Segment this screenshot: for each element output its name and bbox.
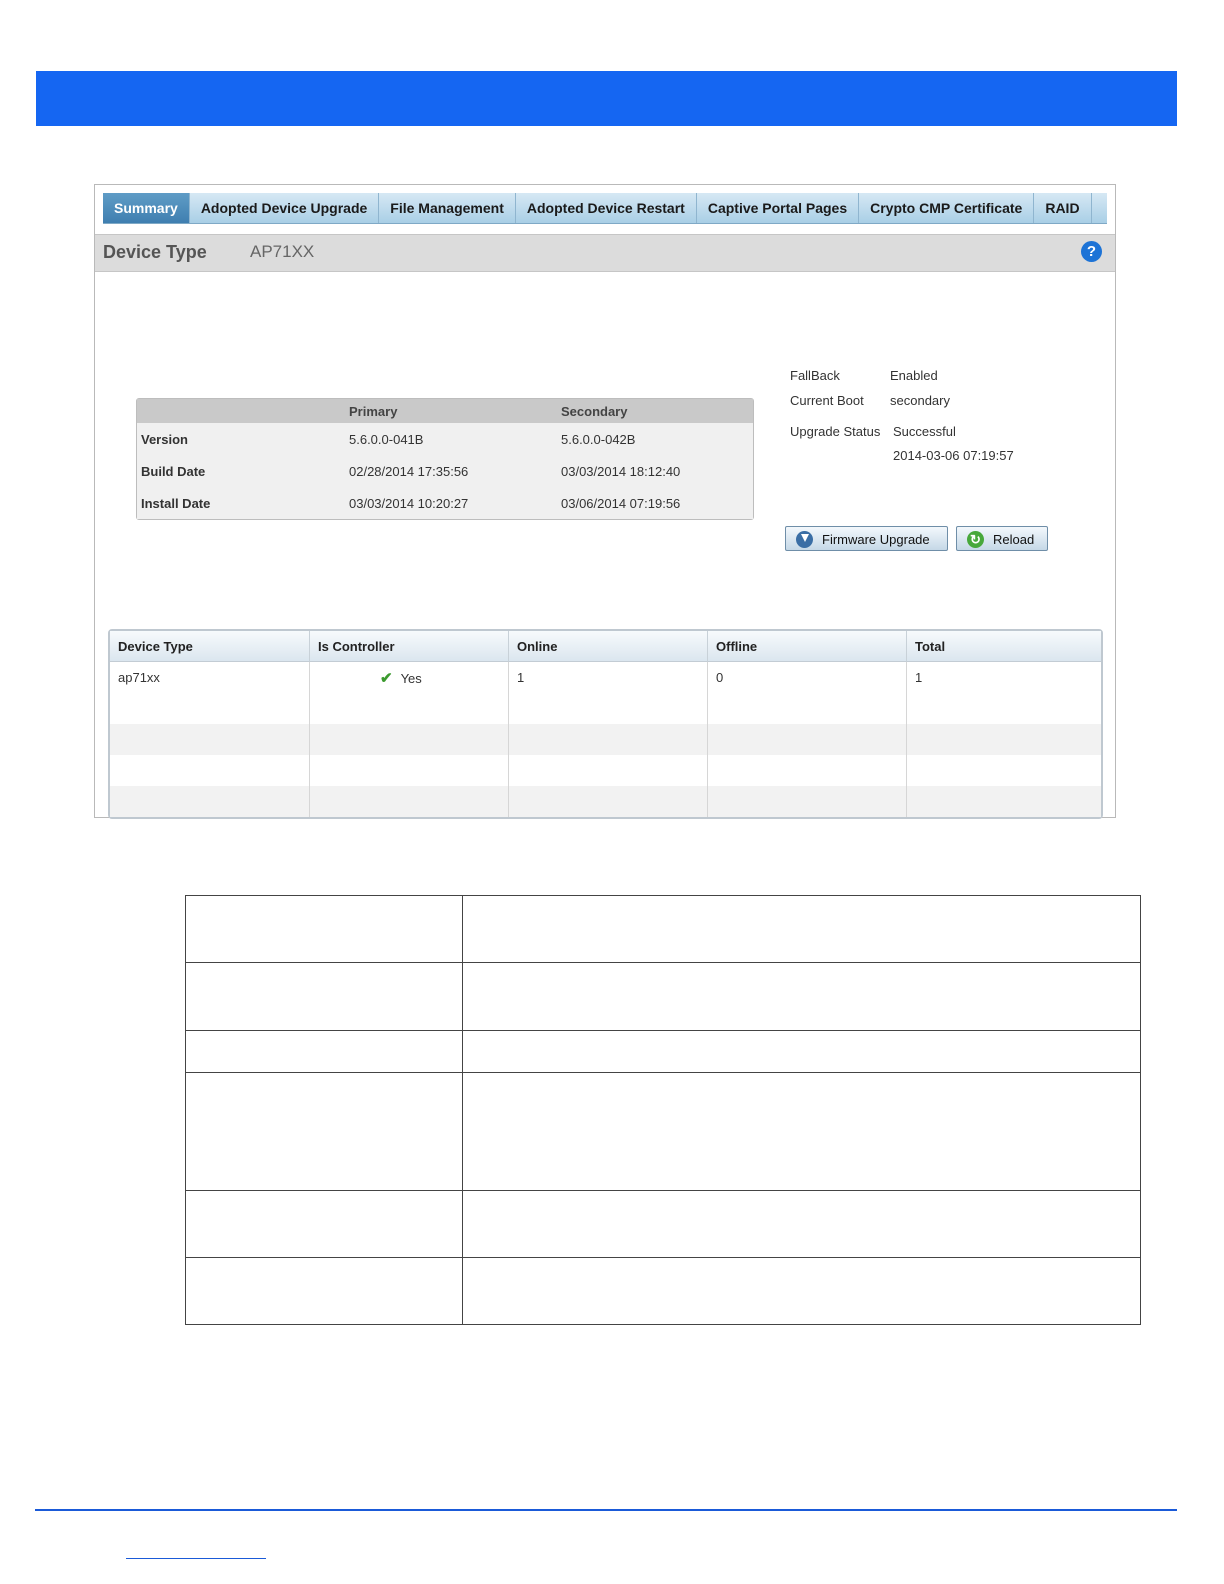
- tab-adopted-device-upgrade[interactable]: Adopted Device Upgrade: [190, 193, 380, 223]
- checkmark-icon: ✔: [380, 669, 393, 687]
- description-table: [185, 895, 1141, 1325]
- firmware-upgrade-button[interactable]: Firmware Upgrade: [785, 526, 948, 551]
- primary-value: 03/03/2014 10:20:27: [345, 487, 557, 519]
- current-boot-value: secondary: [890, 393, 950, 408]
- tab-file-management[interactable]: File Management: [379, 193, 516, 223]
- tab-bar: Summary Adopted Device Upgrade File Mana…: [103, 193, 1107, 224]
- reload-label: Reload: [993, 532, 1035, 547]
- device-type-header: Device Type AP71XX ?: [95, 234, 1115, 272]
- primary-value: 5.6.0.0-041B: [345, 423, 557, 455]
- device-type-cell: ap71xx: [110, 662, 310, 693]
- column-header: [137, 399, 345, 423]
- upgrade-status-value: Successful: [893, 424, 956, 439]
- table-row: [185, 895, 1141, 963]
- is-controller-cell: ✔ Yes: [310, 662, 509, 693]
- column-header-device-type[interactable]: Device Type: [110, 631, 310, 662]
- column-header-total[interactable]: Total: [907, 631, 1101, 662]
- column-header-primary: Primary: [345, 399, 557, 423]
- column-header-offline[interactable]: Offline: [708, 631, 907, 662]
- tab-summary[interactable]: Summary: [103, 193, 190, 223]
- table-row[interactable]: ap71xx ✔ Yes 1 0 1: [110, 662, 1101, 693]
- total-cell: 1: [915, 670, 923, 685]
- refresh-icon: ↻: [967, 531, 984, 548]
- primary-value: 02/28/2014 17:35:56: [345, 455, 557, 487]
- reload-button[interactable]: ↻ Reload: [956, 526, 1048, 551]
- page-banner: [36, 71, 1177, 126]
- table-row: Build Date 02/28/2014 17:35:56 03/03/201…: [137, 455, 753, 487]
- tab-captive-portal-pages[interactable]: Captive Portal Pages: [697, 193, 860, 223]
- column-header-online[interactable]: Online: [509, 631, 708, 662]
- device-type-label: Device Type: [103, 242, 207, 262]
- device-summary-table: Device Type Is Controller Online Offline…: [108, 629, 1103, 819]
- upgrade-status-label: Upgrade Status: [790, 424, 881, 439]
- footer-link-underline: [126, 1558, 266, 1559]
- firmware-table: Primary Secondary Version 5.6.0.0-041B 5…: [136, 398, 754, 520]
- column-header-secondary: Secondary: [557, 399, 753, 423]
- empty-row: [110, 786, 1101, 817]
- help-icon[interactable]: ?: [1081, 241, 1102, 262]
- online-cell: 1: [509, 662, 708, 693]
- column-header-is-controller[interactable]: Is Controller: [310, 631, 509, 662]
- is-controller-value: Yes: [400, 670, 422, 686]
- row-label: Install Date: [137, 487, 345, 519]
- system-summary-panel: Summary Adopted Device Upgrade File Mana…: [94, 184, 1116, 819]
- table-row: [185, 1257, 1141, 1325]
- tab-crypto-cmp-certificate[interactable]: Crypto CMP Certificate: [859, 193, 1035, 223]
- upgrade-status-time: 2014-03-06 07:19:57: [893, 448, 1014, 463]
- table-row: Install Date 03/03/2014 10:20:27 03/06/2…: [137, 487, 753, 519]
- table-row: [185, 1072, 1141, 1191]
- table-row: [185, 1030, 1141, 1073]
- row-label: Build Date: [137, 455, 345, 487]
- download-icon: [796, 531, 813, 548]
- table-row: Version 5.6.0.0-041B 5.6.0.0-042B: [137, 423, 753, 455]
- secondary-value: 5.6.0.0-042B: [557, 423, 753, 455]
- secondary-value: 03/03/2014 18:12:40: [557, 455, 753, 487]
- current-boot-label: Current Boot: [790, 393, 864, 408]
- empty-row: [110, 755, 1101, 786]
- firmware-upgrade-label: Firmware Upgrade: [822, 532, 930, 547]
- table-row: [185, 1190, 1141, 1258]
- empty-row: [110, 693, 1101, 724]
- empty-row: [110, 724, 1101, 755]
- row-label: Version: [137, 423, 345, 455]
- fallback-label: FallBack: [790, 368, 840, 383]
- secondary-value: 03/06/2014 07:19:56: [557, 487, 753, 519]
- footer-divider: [35, 1509, 1177, 1511]
- device-type-value: AP71XX: [250, 242, 315, 261]
- offline-cell: 0: [708, 662, 907, 693]
- tab-raid[interactable]: RAID: [1034, 193, 1092, 223]
- table-row: [185, 962, 1141, 1031]
- tab-adopted-device-restart[interactable]: Adopted Device Restart: [516, 193, 697, 223]
- fallback-value: Enabled: [890, 368, 938, 383]
